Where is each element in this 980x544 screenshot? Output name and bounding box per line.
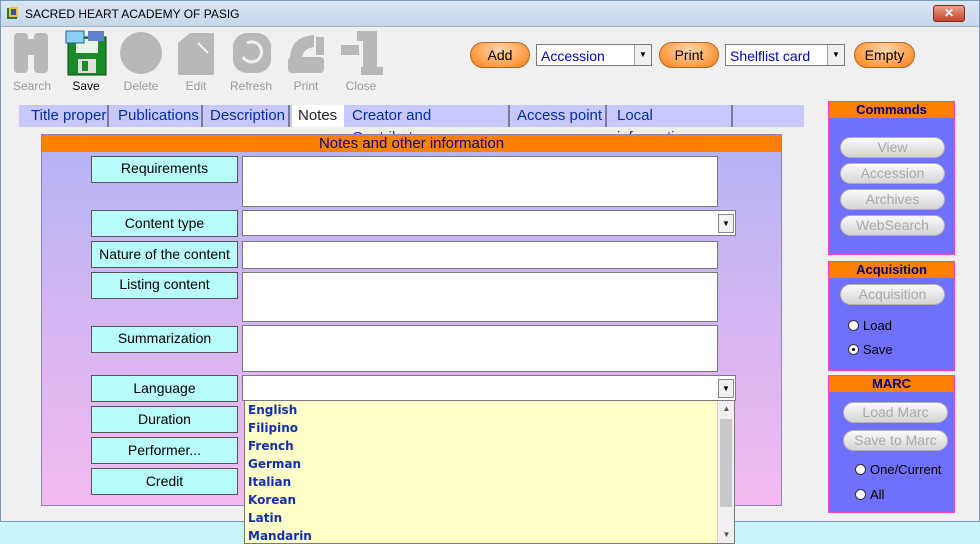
search-label: Search: [12, 79, 52, 93]
load-radio[interactable]: Load: [848, 318, 892, 333]
commands-title: Commands: [829, 102, 954, 118]
edit-button[interactable]: Edit: [169, 27, 223, 95]
listing-content-field[interactable]: [242, 272, 718, 322]
app-icon: [7, 7, 18, 19]
all-radio[interactable]: All: [855, 487, 884, 502]
save-button[interactable]: Save: [59, 27, 113, 95]
load-radio-label: Load: [863, 318, 892, 333]
chevron-down-icon[interactable]: ▼: [634, 45, 651, 65]
refresh-icon: [233, 33, 271, 73]
search-icon: [14, 33, 48, 73]
tab-access-point[interactable]: Access point: [511, 105, 607, 127]
chevron-down-icon[interactable]: ▼: [718, 527, 735, 543]
save-icon: [65, 30, 107, 76]
requirements-field[interactable]: [242, 156, 718, 207]
language-select[interactable]: ▼: [242, 375, 736, 401]
dropdown-scrollbar[interactable]: ▲ ▼: [717, 401, 734, 543]
requirements-label: Requirements: [91, 156, 238, 183]
summarization-label: Summarization: [91, 326, 238, 353]
tab-creator-contributor[interactable]: Creator and Contributor: [346, 105, 510, 146]
chevron-down-icon[interactable]: ▼: [718, 214, 734, 233]
list-item[interactable]: Latin: [248, 511, 282, 525]
radio-dot-icon: [855, 489, 866, 500]
one-current-radio[interactable]: One/Current: [855, 462, 942, 477]
list-item[interactable]: Mandarin: [248, 529, 312, 543]
list-item[interactable]: Filipino: [248, 421, 298, 435]
panel-header: Notes and other information: [42, 135, 781, 152]
marc-title: MARC: [829, 376, 954, 392]
one-current-label: One/Current: [870, 462, 942, 477]
chevron-down-icon[interactable]: ▼: [827, 45, 844, 65]
list-item[interactable]: French: [248, 439, 294, 453]
scrollbar-thumb[interactable]: [720, 419, 732, 507]
chevron-up-icon[interactable]: ▲: [718, 401, 735, 417]
print-icon: [288, 35, 324, 73]
save-to-marc-button[interactable]: Save to Marc: [843, 430, 948, 451]
list-item[interactable]: Korean: [248, 493, 296, 507]
nature-content-label: Nature of the content: [91, 241, 238, 268]
accession-button[interactable]: Accession: [840, 163, 945, 184]
credit-label: Credit: [91, 468, 238, 495]
tab-strip: Title proper Publications Description No…: [19, 105, 804, 146]
print-button[interactable]: Print: [279, 27, 333, 95]
delete-label: Delete: [123, 79, 159, 93]
tab-local-information[interactable]: Local information: [611, 105, 733, 146]
add-button[interactable]: Add: [470, 42, 530, 68]
load-marc-button[interactable]: Load Marc: [843, 402, 948, 423]
title-bar: SACRED HEART ACADEMY OF PASIG ✕: [1, 1, 979, 27]
chevron-down-icon[interactable]: ▼: [718, 379, 734, 398]
edit-label: Edit: [185, 79, 207, 93]
all-label: All: [870, 487, 885, 502]
listing-content-label: Listing content: [91, 272, 238, 299]
tab-notes[interactable]: Notes: [292, 105, 344, 127]
window-close-button[interactable]: ✕: [933, 5, 965, 22]
language-label: Language: [91, 375, 238, 402]
delete-button[interactable]: Delete: [114, 27, 168, 95]
radio-dot-icon: [855, 464, 866, 475]
save-label: Save: [72, 79, 100, 93]
refresh-button[interactable]: Refresh: [224, 27, 278, 95]
print-type-select[interactable]: Shelflist card ▼: [725, 44, 845, 66]
add-type-select[interactable]: Accession ▼: [536, 44, 652, 66]
language-dropdown-list[interactable]: English Filipino French German Italian K…: [244, 400, 735, 544]
tab-title-proper[interactable]: Title proper: [25, 105, 109, 127]
radio-dot-icon: [848, 320, 859, 331]
tab-publications[interactable]: Publications: [112, 105, 203, 127]
list-item[interactable]: English: [248, 403, 297, 417]
tab-description[interactable]: Description: [204, 105, 290, 127]
archives-button[interactable]: Archives: [840, 189, 945, 210]
close-label: Close: [345, 79, 377, 93]
list-item[interactable]: Italian: [248, 475, 291, 489]
print-type-value: Shelflist card: [730, 48, 811, 64]
view-button[interactable]: View: [840, 137, 945, 158]
delete-icon: [120, 32, 162, 74]
close-icon: [341, 31, 383, 75]
performer-label: Performer...: [91, 437, 238, 464]
print-action-button[interactable]: Print: [659, 42, 719, 68]
duration-label: Duration: [91, 406, 238, 433]
acquisition-panel: Acquisition Acquisition Load Save: [828, 261, 955, 371]
acquisition-button[interactable]: Acquisition: [840, 284, 945, 305]
content-type-label: Content type: [91, 210, 238, 237]
acquisition-title: Acquisition: [829, 262, 954, 278]
list-item[interactable]: German: [248, 457, 301, 471]
save-radio-label: Save: [863, 342, 893, 357]
radio-dot-selected-icon: [848, 344, 859, 355]
commands-panel: Commands View Accession Archives WebSear…: [828, 101, 955, 255]
save-radio[interactable]: Save: [848, 342, 893, 357]
empty-button[interactable]: Empty: [854, 42, 915, 68]
marc-panel: MARC Load Marc Save to Marc One/Current …: [828, 375, 955, 513]
search-button[interactable]: Search: [5, 27, 59, 95]
content-type-select[interactable]: ▼: [242, 210, 736, 236]
window-title: SACRED HEART ACADEMY OF PASIG: [25, 7, 240, 21]
edit-icon: [178, 33, 214, 75]
close-button[interactable]: Close: [334, 27, 388, 95]
print-label: Print: [293, 79, 319, 93]
add-type-value: Accession: [541, 48, 605, 64]
websearch-button[interactable]: WebSearch: [840, 215, 945, 236]
nature-content-field[interactable]: [242, 241, 718, 269]
summarization-field[interactable]: [242, 325, 718, 372]
refresh-label: Refresh: [229, 79, 273, 93]
